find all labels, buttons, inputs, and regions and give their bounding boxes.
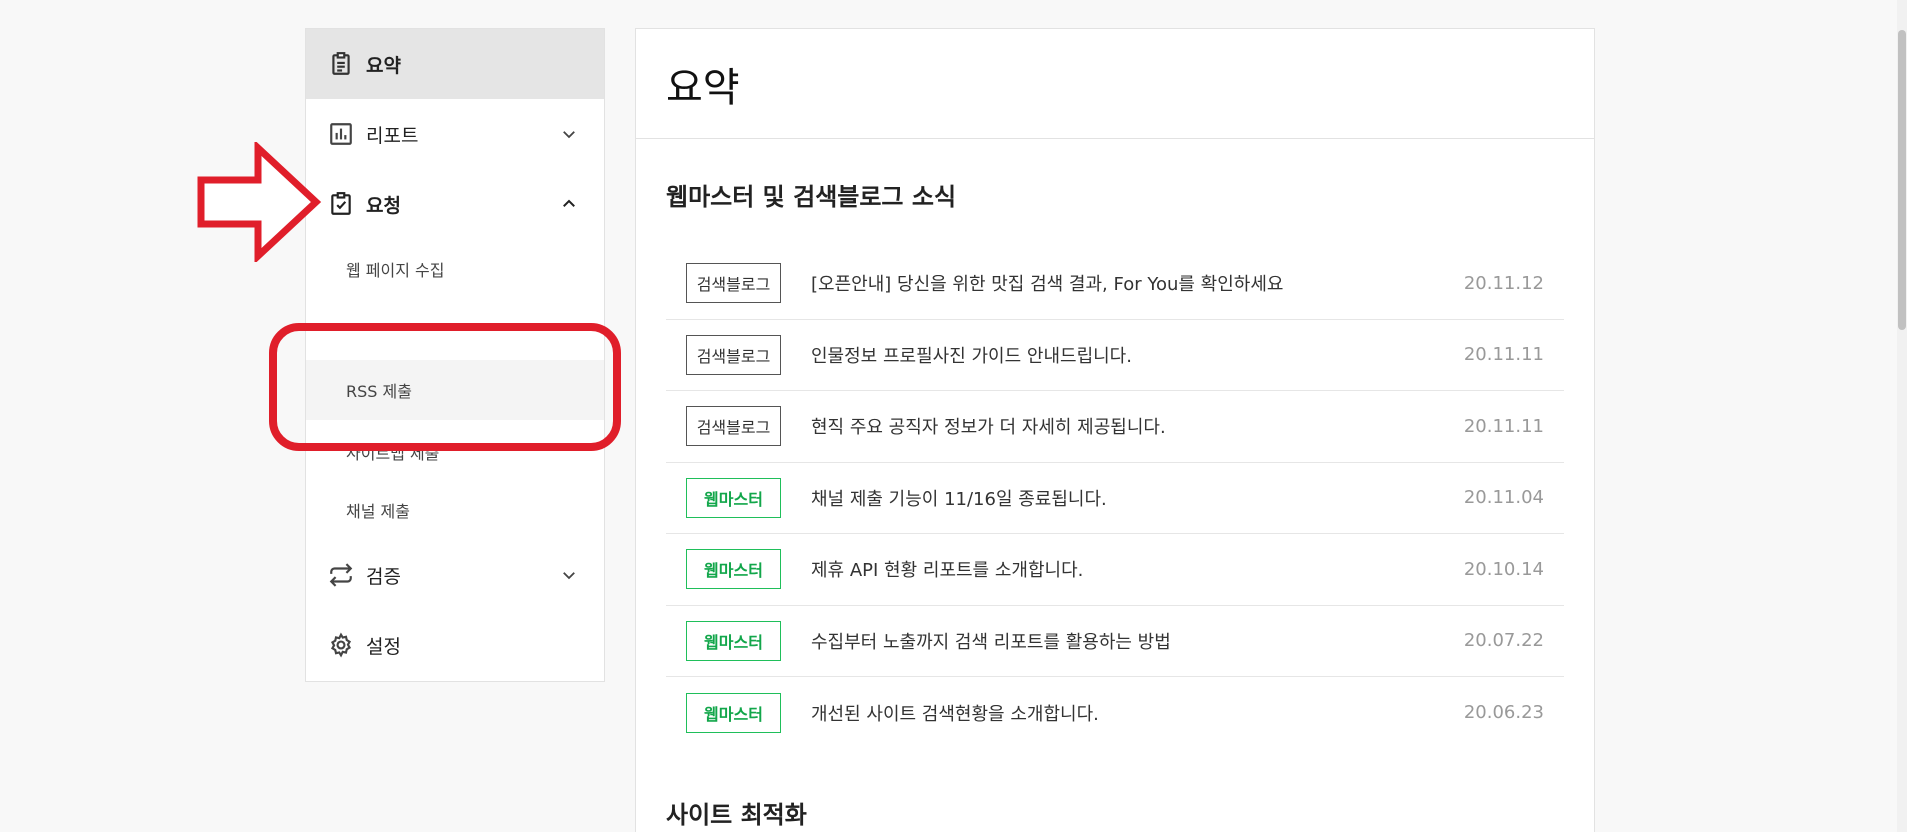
sub-item-label: 웹 페이지 검사 요청 (346, 319, 479, 331)
news-row[interactable]: 웹마스터 제휴 API 현황 리포트를 소개합니다. 20.10.14 (666, 534, 1564, 606)
news-row[interactable]: 검색블로그 현직 주요 공직자 정보가 더 자세히 제공됩니다. 20.11.1… (666, 391, 1564, 463)
sidebar-item-label: 요청 (366, 194, 401, 217)
news-title-link[interactable]: [오픈안내] 당신을 위한 맛집 검색 결과, For You를 확인하세요 (811, 270, 1283, 296)
sub-item-label: 채널 제출 (346, 502, 410, 521)
gear-icon (328, 632, 354, 658)
sub-item-label: 웹 페이지 수집 (346, 261, 445, 280)
main-panel: 요약 웹마스터 및 검색블로그 소식 검색블로그 [오픈안내] 당신을 위한 맛… (635, 28, 1595, 832)
badge-search-blog: 검색블로그 (686, 334, 781, 375)
news-date: 20.11.11 (1463, 344, 1544, 366)
news-row[interactable]: 검색블로그 [오픈안내] 당신을 위한 맛집 검색 결과, For You를 확… (666, 248, 1564, 320)
chevron-down-icon[interactable] (560, 125, 578, 143)
section-title-site-optimization: 사이트 최적화 (666, 801, 807, 829)
news-list: 검색블로그 [오픈안내] 당신을 위한 맛집 검색 결과, For You를 확… (666, 248, 1564, 749)
news-date: 20.07.22 (1463, 630, 1544, 652)
sidebar-item-summary[interactable]: 요약 (306, 29, 604, 99)
news-date: 20.11.04 (1463, 487, 1544, 509)
news-title-link[interactable]: 수집부터 노출까지 검색 리포트를 활용하는 방법 (811, 628, 1171, 654)
news-row[interactable]: 웹마스터 수집부터 노출까지 검색 리포트를 활용하는 방법 20.07.22 (666, 606, 1564, 677)
clipboard-icon (328, 51, 354, 77)
badge-webmaster: 웹마스터 (686, 692, 781, 733)
sub-item-web-page-collect[interactable]: 웹 페이지 수집 (306, 239, 604, 299)
badge-search-blog: 검색블로그 (686, 263, 781, 304)
chevron-up-icon[interactable] (560, 195, 578, 213)
sub-item-label: 사이트맵 제출 (346, 450, 440, 463)
news-date: 20.06.23 (1463, 702, 1544, 724)
repeat-icon (328, 562, 354, 588)
badge-webmaster: 웹마스터 (686, 620, 781, 661)
chart-icon (328, 121, 354, 147)
sub-item-label: RSS 제출 (346, 382, 412, 401)
section-title-news: 웹마스터 및 검색블로그 소식 (666, 183, 957, 211)
main-header: 요약 (636, 29, 1594, 139)
news-date: 20.11.11 (1463, 415, 1544, 437)
sidebar-item-label: 검증 (366, 565, 401, 588)
news-title-link[interactable]: 개선된 사이트 검색현황을 소개합니다. (811, 700, 1099, 726)
news-title-link[interactable]: 제휴 API 현황 리포트를 소개합니다. (811, 556, 1083, 582)
badge-webmaster: 웹마스터 (686, 477, 781, 518)
page-title: 요약 (666, 65, 740, 111)
sidebar-item-label: 리포트 (366, 124, 419, 147)
chevron-down-icon[interactable] (560, 566, 578, 584)
news-row[interactable]: 웹마스터 채널 제출 기능이 11/16일 종료됩니다. 20.11.04 (666, 463, 1564, 534)
sidebar-item-label: 요약 (366, 54, 401, 77)
news-title-link[interactable]: 채널 제출 기능이 11/16일 종료됩니다. (811, 485, 1107, 511)
sidebar-item-settings[interactable]: 설정 (306, 610, 604, 680)
news-title-link[interactable]: 인물정보 프로필사진 가이드 안내드립니다. (811, 342, 1132, 368)
sub-item-web-page-inspect[interactable]: 웹 페이지 검사 요청 (306, 299, 604, 331)
scrollbar-thumb[interactable] (1898, 30, 1906, 330)
sidebar-item-label: 설정 (366, 635, 401, 658)
news-date: 20.10.14 (1463, 558, 1544, 580)
sidebar: 요약 리포트 요청 웹 페이지 수집 웹 페이지 검사 요청 RSS 제출 사이… (305, 28, 605, 682)
sidebar-item-report[interactable]: 리포트 (306, 99, 604, 169)
news-row[interactable]: 웹마스터 개선된 사이트 검색현황을 소개합니다. 20.06.23 (666, 677, 1564, 749)
sub-item-channel-submit[interactable]: 채널 제출 (306, 480, 604, 540)
sub-item-sitemap-submit[interactable]: 사이트맵 제출 (306, 450, 604, 484)
news-title-link[interactable]: 현직 주요 공직자 정보가 더 자세히 제공됩니다. (811, 413, 1166, 439)
sidebar-item-request[interactable]: 요청 (306, 169, 604, 239)
clipboard-check-icon (328, 191, 354, 217)
page-scrollbar[interactable] (1897, 0, 1907, 832)
badge-search-blog: 검색블로그 (686, 406, 781, 447)
news-date: 20.11.12 (1463, 272, 1544, 294)
sidebar-item-verify[interactable]: 검증 (306, 540, 604, 610)
sub-item-rss-submit[interactable]: RSS 제출 (306, 360, 604, 420)
badge-webmaster: 웹마스터 (686, 549, 781, 590)
news-row[interactable]: 검색블로그 인물정보 프로필사진 가이드 안내드립니다. 20.11.11 (666, 320, 1564, 391)
